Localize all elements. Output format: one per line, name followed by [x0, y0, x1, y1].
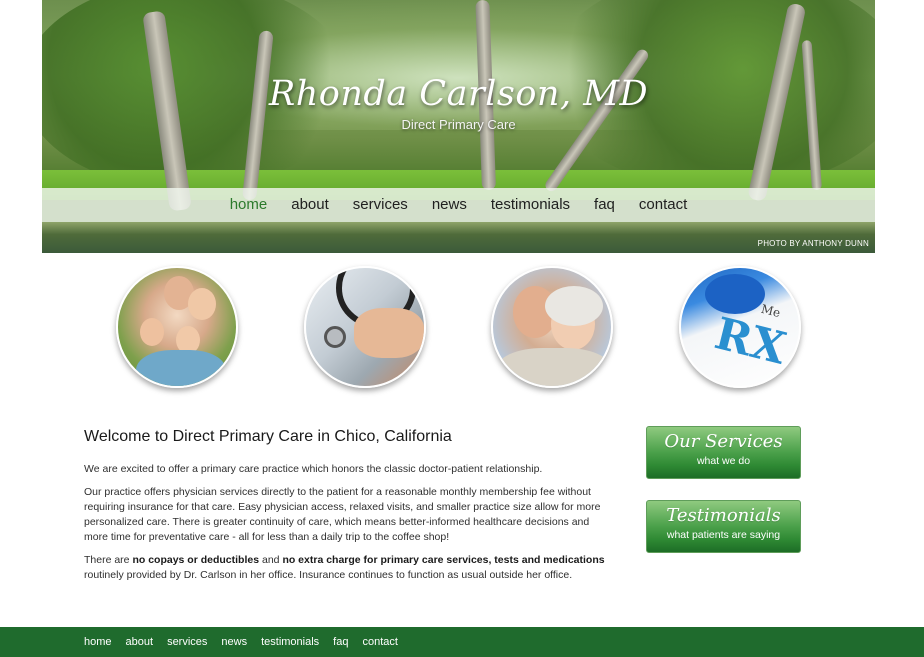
stethoscope-photo — [304, 266, 426, 388]
site-subtitle: Direct Primary Care — [401, 117, 516, 132]
nav-item-about[interactable]: about — [279, 188, 341, 222]
senior-clothing — [497, 348, 611, 386]
main-content: Welcome to Direct Primary Care in Chico,… — [84, 428, 614, 591]
page-heading: Welcome to Direct Primary Care in Chico,… — [84, 428, 452, 445]
nav-item-contact[interactable]: contact — [627, 188, 699, 222]
testimonials-subtitle: what patients are saying — [666, 529, 781, 541]
footer-link-about[interactable]: about — [126, 636, 154, 648]
copay-emphasis: no extra charge for primary care service… — [282, 554, 605, 566]
prescription-rx-photo: Me RX — [679, 266, 801, 388]
practice-paragraph: Our practice offers physician services d… — [84, 486, 601, 543]
footer-nav: home about services news testimonials fa… — [84, 627, 412, 657]
hero-banner: Rhonda Carlson, MD Direct Primary Care h… — [42, 0, 875, 253]
blue-pills — [705, 274, 765, 314]
footer-link-home[interactable]: home — [84, 636, 112, 648]
site-title[interactable]: Rhonda Carlson, MD — [42, 74, 875, 114]
main-nav: home about services news testimonials fa… — [42, 188, 875, 222]
nav-item-testimonials[interactable]: testimonials — [479, 188, 582, 222]
copay-text: routinely provided by Dr. Carlson in her… — [84, 569, 573, 581]
family-member-figure — [188, 288, 216, 320]
our-services-subtitle: what we do — [696, 455, 751, 467]
nav-item-news[interactable]: news — [420, 188, 479, 222]
footer-link-testimonials[interactable]: testimonials — [261, 636, 319, 648]
testimonials-title: Testimonials — [666, 505, 781, 526]
photo-credit: PHOTO BY ANTHONY DUNN — [757, 239, 869, 248]
our-services-button[interactable]: Our Services what we do — [646, 426, 801, 479]
footer-link-services[interactable]: services — [167, 636, 207, 648]
nav-item-faq[interactable]: faq — [582, 188, 627, 222]
testimonials-button[interactable]: Testimonials what patients are saying — [646, 500, 801, 553]
stethoscope-chestpiece — [324, 326, 346, 348]
family-clothing — [136, 350, 226, 386]
copay-emphasis: no copays or deductibles — [132, 554, 260, 566]
hero-pond — [42, 222, 875, 253]
nav-item-services[interactable]: services — [341, 188, 420, 222]
copay-text: There are — [84, 554, 133, 566]
senior-couple-photo — [491, 266, 613, 388]
senior-woman-hair — [545, 286, 603, 326]
family-photo — [116, 266, 238, 388]
nav-item-home[interactable]: home — [218, 188, 280, 222]
copay-text: and — [259, 554, 283, 566]
feature-photos: Me RX — [0, 266, 924, 392]
copay-paragraph: There are no copays or deductibles and n… — [84, 553, 614, 583]
footer: home about services news testimonials fa… — [0, 627, 924, 657]
doctor-hand — [354, 308, 424, 358]
our-services-title: Our Services — [664, 431, 783, 452]
footer-link-news[interactable]: news — [221, 636, 247, 648]
intro-paragraph: We are excited to offer a primary care p… — [84, 463, 543, 475]
footer-link-contact[interactable]: contact — [362, 636, 397, 648]
family-member-figure — [140, 318, 164, 346]
footer-link-faq[interactable]: faq — [333, 636, 348, 648]
